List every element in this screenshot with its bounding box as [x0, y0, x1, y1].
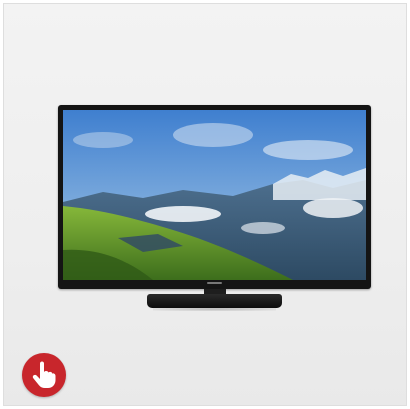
- hand-pointer-icon: [32, 361, 56, 388]
- tv-stand: [147, 294, 282, 308]
- tv-bezel: [58, 105, 371, 289]
- tv-shadow: [153, 307, 276, 311]
- touch-badge-button[interactable]: [22, 353, 66, 397]
- tv-product-image[interactable]: [58, 105, 371, 312]
- landscape-image: [63, 110, 366, 280]
- product-card[interactable]: [3, 3, 407, 406]
- tv-screen: [63, 110, 366, 280]
- brand-logo-mark: [207, 282, 222, 284]
